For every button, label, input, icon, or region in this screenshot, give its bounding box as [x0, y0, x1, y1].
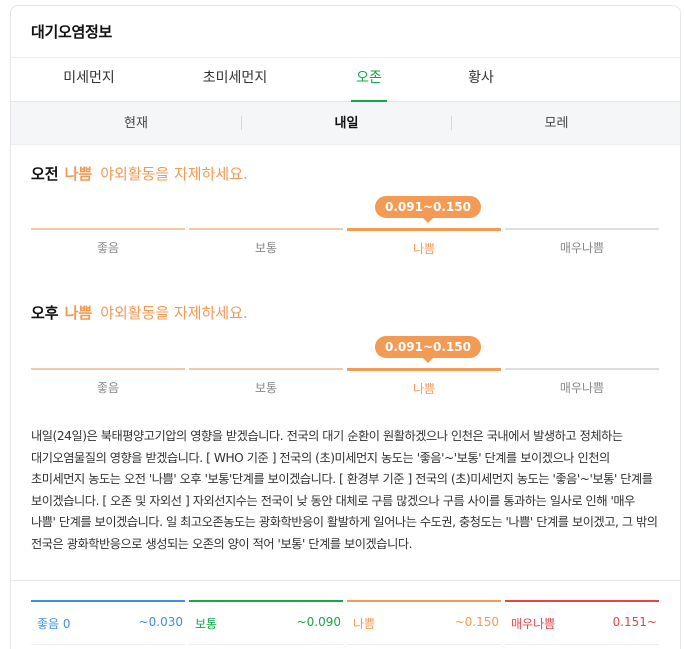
scale-bar [189, 368, 343, 370]
legend-very-bad: 매우나쁨 0.151~ [505, 600, 659, 648]
scale-bar [189, 228, 343, 230]
legend-normal: 보통 ~0.090 [189, 600, 343, 648]
scale-label: 보통 [254, 241, 278, 255]
scale-good: 좋음 [31, 228, 185, 256]
morning-grade-scale: 좋음 보통 나쁨 매우나쁨 [31, 228, 661, 258]
day-tabs: 현재 내일 모레 [11, 102, 680, 145]
scale-bar-active [347, 368, 501, 371]
subtab-day-after[interactable]: 모레 [452, 102, 661, 145]
scale-label: 좋음 [96, 381, 120, 395]
scale-bar [505, 228, 659, 230]
scale-bar [31, 368, 185, 370]
grade-label: 나쁨 [64, 165, 93, 183]
legend-underline [505, 644, 659, 645]
tab-ozone[interactable]: 오존 [351, 58, 387, 102]
card-title: 대기오염정보 [31, 23, 113, 41]
grade-label: 나쁨 [64, 304, 93, 322]
period-label: 오전 [31, 165, 59, 183]
tab-ultrafine-dust[interactable]: 초미세먼지 [181, 58, 289, 102]
scale-very-bad: 매우나쁨 [505, 368, 659, 396]
card-header: 대기오염정보 [11, 6, 680, 58]
scale-label: 매우나쁨 [559, 241, 605, 255]
morning-forecast: 오전 나쁨 야외활동을 자제하세요. [31, 164, 661, 184]
advice-message: 야외활동을 자제하세요. [100, 304, 248, 322]
legend-range: ~0.090 [296, 615, 341, 629]
legend-underline [31, 644, 185, 645]
legend-bad: 나쁨 ~0.150 [347, 600, 501, 648]
scale-good: 좋음 [31, 368, 185, 396]
air-pollution-card: 대기오염정보 미세먼지 초미세먼지 오존 황사 현재 내일 모레 오전 나쁨 야외활… [10, 5, 681, 649]
legend-divider [11, 580, 680, 581]
scale-bar-active [347, 228, 501, 231]
scale-bar [505, 368, 659, 370]
legend-name: 나쁨 [353, 617, 376, 631]
scale-label-active: 나쁨 [412, 382, 436, 396]
forecast-description: 내일(24일)은 북태평양고기압의 영향을 받겠습니다. 전국의 대기 순환이 … [31, 429, 658, 551]
scale-label-active: 나쁨 [412, 242, 436, 256]
scale-normal: 보통 [189, 368, 343, 396]
scale-normal: 보통 [189, 228, 343, 256]
morning-status: 오전 나쁨 야외활동을 자제하세요. [31, 164, 661, 184]
scale-label: 보통 [254, 381, 278, 395]
legend-range: ~0.150 [454, 615, 499, 629]
legend-name: 좋음 0 [37, 617, 71, 631]
afternoon-forecast: 오후 나쁨 야외활동을 자제하세요. [31, 303, 661, 323]
tab-yellow-dust[interactable]: 황사 [451, 58, 511, 102]
morning-range-bubble: 0.091~0.150 [375, 196, 481, 223]
scale-very-bad: 매우나쁨 [505, 228, 659, 256]
legend-name: 매우나쁨 [511, 617, 556, 631]
subtab-tomorrow[interactable]: 내일 [242, 102, 451, 145]
scale-bad: 나쁨 [347, 228, 501, 257]
period-label: 오후 [31, 304, 59, 322]
legend-range: ~0.030 [138, 615, 183, 629]
scale-bad: 나쁨 [347, 368, 501, 397]
legend-good: 좋음 0 ~0.030 [31, 600, 185, 648]
subtab-today[interactable]: 현재 [31, 102, 241, 145]
legend-name: 보통 [195, 617, 218, 631]
afternoon-range-bubble: 0.091~0.150 [375, 336, 481, 363]
scale-label: 매우나쁨 [559, 381, 605, 395]
scale-label: 좋음 [96, 241, 120, 255]
afternoon-status: 오후 나쁨 야외활동을 자제하세요. [31, 303, 661, 323]
legend-range: 0.151~ [612, 615, 657, 629]
afternoon-grade-scale: 좋음 보통 나쁨 매우나쁨 [31, 368, 661, 398]
legend-underline [189, 644, 343, 645]
pollutant-tabs: 미세먼지 초미세먼지 오존 황사 [11, 58, 680, 102]
grade-legend: 좋음 0 ~0.030 보통 ~0.090 나쁨 ~0.150 매우나쁨 0.1… [31, 600, 661, 648]
tab-fine-dust[interactable]: 미세먼지 [39, 58, 139, 102]
advice-message: 야외활동을 자제하세요. [100, 165, 248, 183]
scale-bar [31, 228, 185, 230]
legend-underline [347, 644, 501, 645]
